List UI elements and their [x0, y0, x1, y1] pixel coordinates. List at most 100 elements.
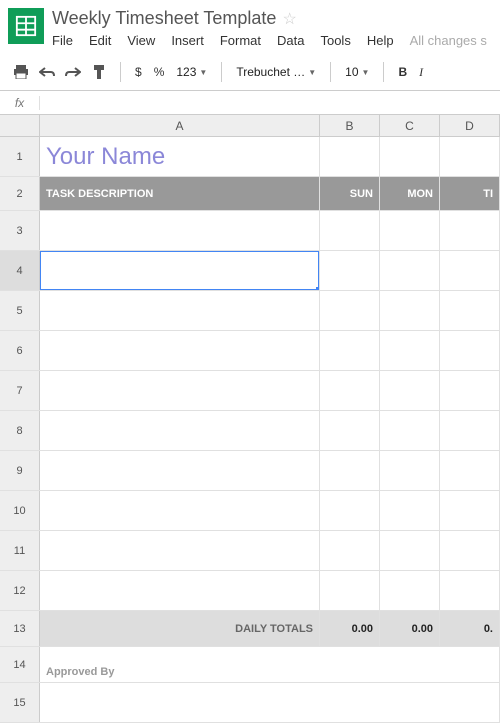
- star-icon[interactable]: ☆: [282, 9, 296, 29]
- cell[interactable]: [440, 411, 500, 450]
- cell[interactable]: [380, 647, 440, 682]
- formula-input[interactable]: [40, 91, 500, 114]
- undo-icon[interactable]: [36, 60, 58, 84]
- cell[interactable]: [440, 647, 500, 682]
- cell[interactable]: [320, 251, 380, 290]
- cell[interactable]: [380, 137, 440, 176]
- menu-tools[interactable]: Tools: [320, 33, 350, 48]
- cell[interactable]: [40, 451, 320, 490]
- col-header-c[interactable]: C: [380, 115, 440, 136]
- cell[interactable]: [380, 291, 440, 330]
- cell[interactable]: [40, 291, 320, 330]
- cell[interactable]: [440, 371, 500, 410]
- cell[interactable]: MON: [380, 177, 440, 210]
- cell[interactable]: [40, 683, 320, 722]
- sheets-logo[interactable]: [8, 8, 44, 44]
- cell[interactable]: [320, 411, 380, 450]
- cell[interactable]: DAILY TOTALS: [40, 611, 320, 646]
- row-header[interactable]: 14: [0, 647, 40, 682]
- cell[interactable]: [40, 411, 320, 450]
- cell[interactable]: [320, 211, 380, 250]
- cell[interactable]: [380, 491, 440, 530]
- cell[interactable]: [440, 571, 500, 610]
- row-header[interactable]: 10: [0, 491, 40, 530]
- menu-data[interactable]: Data: [277, 33, 304, 48]
- row-header[interactable]: 11: [0, 531, 40, 570]
- row-header[interactable]: 13: [0, 611, 40, 646]
- col-header-b[interactable]: B: [320, 115, 380, 136]
- cell[interactable]: Your Name: [40, 137, 320, 176]
- cell[interactable]: [380, 683, 440, 722]
- cell[interactable]: TASK DESCRIPTION: [40, 177, 320, 210]
- cell[interactable]: [320, 451, 380, 490]
- cell[interactable]: [320, 531, 380, 570]
- row-header[interactable]: 9: [0, 451, 40, 490]
- cell[interactable]: [440, 331, 500, 370]
- number-format-dropdown[interactable]: 123▼: [172, 65, 211, 79]
- cell[interactable]: [320, 291, 380, 330]
- col-header-a[interactable]: A: [40, 115, 320, 136]
- cell[interactable]: [380, 531, 440, 570]
- row-header[interactable]: 8: [0, 411, 40, 450]
- cell[interactable]: [320, 331, 380, 370]
- currency-button[interactable]: $: [131, 65, 146, 79]
- cell[interactable]: [320, 371, 380, 410]
- cell[interactable]: Approved By: [40, 647, 320, 682]
- col-header-d[interactable]: D: [440, 115, 500, 136]
- menu-format[interactable]: Format: [220, 33, 261, 48]
- cell[interactable]: [380, 371, 440, 410]
- cell[interactable]: [320, 137, 380, 176]
- cell[interactable]: [40, 531, 320, 570]
- cell[interactable]: TI: [440, 177, 500, 210]
- cell[interactable]: [380, 571, 440, 610]
- cell[interactable]: [440, 291, 500, 330]
- percent-button[interactable]: %: [150, 65, 169, 79]
- row-header[interactable]: 4: [0, 251, 40, 290]
- menu-view[interactable]: View: [127, 33, 155, 48]
- cell[interactable]: [320, 571, 380, 610]
- cell[interactable]: 0.: [440, 611, 500, 646]
- row-header[interactable]: 15: [0, 683, 40, 722]
- cell[interactable]: [320, 491, 380, 530]
- menu-file[interactable]: File: [52, 33, 73, 48]
- cell[interactable]: [440, 451, 500, 490]
- select-all-corner[interactable]: [0, 115, 40, 136]
- redo-icon[interactable]: [62, 60, 84, 84]
- menu-insert[interactable]: Insert: [171, 33, 204, 48]
- cell[interactable]: [440, 491, 500, 530]
- cell[interactable]: [40, 571, 320, 610]
- cell[interactable]: [40, 371, 320, 410]
- cell[interactable]: SUN: [320, 177, 380, 210]
- font-dropdown[interactable]: Trebuchet …▼: [232, 65, 320, 79]
- cell[interactable]: [320, 683, 380, 722]
- cell[interactable]: 0.00: [320, 611, 380, 646]
- menu-help[interactable]: Help: [367, 33, 394, 48]
- row-header[interactable]: 3: [0, 211, 40, 250]
- cell[interactable]: [40, 491, 320, 530]
- cell[interactable]: [440, 251, 500, 290]
- cell[interactable]: [380, 211, 440, 250]
- cell[interactable]: [40, 331, 320, 370]
- cell[interactable]: [440, 211, 500, 250]
- row-header[interactable]: 12: [0, 571, 40, 610]
- row-header[interactable]: 1: [0, 137, 40, 176]
- cell[interactable]: [380, 331, 440, 370]
- print-icon[interactable]: [10, 60, 32, 84]
- row-header[interactable]: 2: [0, 177, 40, 210]
- document-title[interactable]: Weekly Timesheet Template: [52, 8, 276, 29]
- cell[interactable]: [440, 137, 500, 176]
- cell[interactable]: [440, 683, 500, 722]
- row-header[interactable]: 7: [0, 371, 40, 410]
- italic-button[interactable]: I: [415, 65, 427, 80]
- cell[interactable]: [40, 211, 320, 250]
- menu-edit[interactable]: Edit: [89, 33, 111, 48]
- cell[interactable]: [380, 251, 440, 290]
- paint-format-icon[interactable]: [88, 60, 110, 84]
- cell[interactable]: [380, 411, 440, 450]
- row-header[interactable]: 6: [0, 331, 40, 370]
- cell[interactable]: [440, 531, 500, 570]
- bold-button[interactable]: B: [394, 65, 411, 79]
- cell[interactable]: [380, 451, 440, 490]
- cell[interactable]: 0.00: [380, 611, 440, 646]
- cell-selected[interactable]: [40, 251, 320, 290]
